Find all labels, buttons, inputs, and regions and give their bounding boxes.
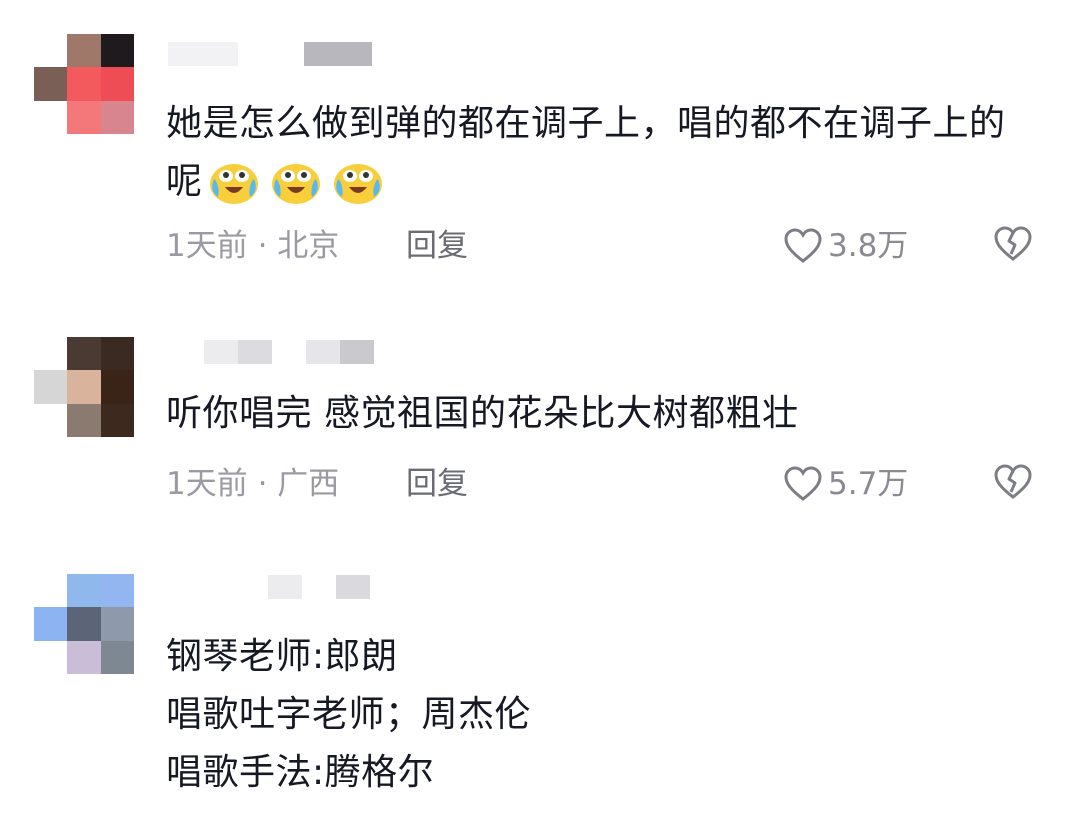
username-blurred[interactable] (168, 42, 372, 66)
like-count: 3.8万 (828, 228, 909, 264)
crying-laughing-emoji-icon (270, 161, 322, 205)
comment-text-line: 唱歌吐字老师；周杰伦 (166, 694, 532, 735)
comment-meta: 1天前 · 广西 回复 5.7万 (166, 464, 1060, 504)
like-count: 5.7万 (828, 466, 909, 502)
crying-laughing-emoji-icon (208, 161, 260, 205)
avatar[interactable] (34, 574, 134, 674)
comment-meta: 1天前 · 北京 回复 3.8万 (166, 226, 1060, 266)
time-location: 1天前 · 广西 (166, 466, 340, 502)
like-button[interactable]: 3.8万 (784, 226, 908, 266)
crying-laughing-emoji-icon (332, 161, 384, 205)
comment-text-line: 钢琴老师:郎朗 (166, 636, 398, 677)
dislike-button[interactable] (994, 226, 1032, 272)
comment-text: 听你唱完 感觉祖国的花朵比大树都粗壮 (166, 385, 1026, 443)
comment-text: 她是怎么做到弹的都在调子上，唱的都不在调子上的呢 (166, 95, 1026, 211)
like-button[interactable]: 5.7万 (784, 464, 908, 504)
comment-text-line: 唱歌手法:腾格尔 (166, 752, 435, 793)
reply-button[interactable]: 回复 (406, 226, 468, 266)
avatar[interactable] (34, 337, 134, 437)
dislike-button[interactable] (994, 464, 1032, 510)
username-blurred[interactable] (168, 575, 370, 599)
time-location: 1天前 · 北京 (166, 228, 340, 264)
comment-text: 钢琴老师:郎朗 唱歌吐字老师；周杰伦 唱歌手法:腾格尔 (166, 628, 1026, 802)
broken-heart-icon (994, 464, 1032, 499)
heart-outline-icon (784, 466, 822, 501)
comment-text-content: 听你唱完 感觉祖国的花朵比大树都粗壮 (166, 393, 799, 434)
broken-heart-icon (994, 226, 1032, 261)
username-blurred[interactable] (168, 340, 374, 364)
heart-outline-icon (784, 228, 822, 263)
avatar[interactable] (34, 34, 134, 134)
reply-button[interactable]: 回复 (406, 464, 468, 504)
